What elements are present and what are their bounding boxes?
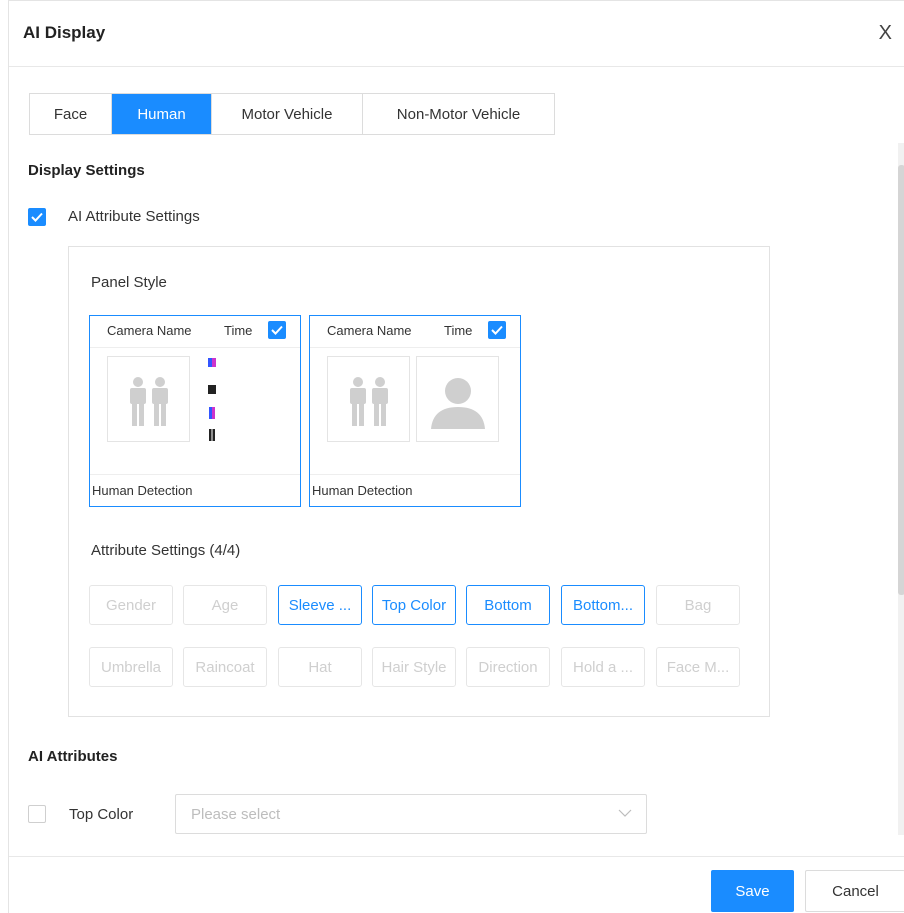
card-footer: Human Detection (310, 474, 520, 507)
ai-attributes-title: AI Attributes (28, 748, 118, 765)
check-icon (491, 325, 503, 335)
attr-sleeve-button[interactable]: Sleeve ... (278, 585, 362, 625)
coloured-top-icon (208, 358, 216, 367)
dialog-header: AI Display X (9, 1, 904, 67)
human-detection-label: Human Detection (312, 483, 413, 498)
black-bottom-icon (209, 429, 215, 441)
two-persons-icon (130, 377, 168, 426)
panel-style-card-face[interactable]: Camera Name Time Human Detection (309, 315, 521, 507)
ai-attribute-settings-checkbox[interactable] (28, 208, 46, 226)
card-header: Camera Name Time (90, 316, 300, 348)
attr-umbrella-button[interactable]: Umbrella (89, 647, 173, 687)
attr-gender-button[interactable]: Gender (89, 585, 173, 625)
select-placeholder: Please select (191, 806, 281, 823)
cancel-button[interactable]: Cancel (805, 870, 904, 912)
top-color-select[interactable]: Please select (175, 794, 647, 834)
attribute-icons (208, 358, 216, 441)
dialog-footer: Save Cancel (9, 856, 904, 913)
scrollbar-thumb[interactable] (898, 165, 904, 595)
attr-raincoat-button[interactable]: Raincoat (183, 647, 267, 687)
tab-non-motor-vehicle[interactable]: Non-Motor Vehicle (363, 94, 554, 134)
ai-attribute-settings-panel: Panel Style Camera Name Time Human Detec… (68, 246, 770, 717)
tab-motor-vehicle[interactable]: Motor Vehicle (212, 94, 363, 134)
attr-face-mask-button[interactable]: Face M... (656, 647, 740, 687)
human-detection-label: Human Detection (92, 483, 193, 498)
card-header: Camera Name Time (310, 316, 520, 348)
black-top-icon (208, 385, 216, 394)
attr-hat-button[interactable]: Hat (278, 647, 362, 687)
content-scrollbar[interactable] (898, 143, 904, 835)
check-icon (271, 325, 283, 335)
attr-hair-style-button[interactable]: Hair Style (372, 647, 456, 687)
user-silhouette-icon (431, 378, 485, 429)
dialog-title: AI Display (23, 23, 106, 42)
close-icon[interactable]: X (879, 21, 892, 45)
display-settings-title: Display Settings (28, 162, 145, 179)
time-label: Time (224, 323, 253, 338)
coloured-bottom-icon (209, 407, 215, 419)
human-snapshot-image (107, 356, 190, 442)
attr-direction-button[interactable]: Direction (466, 647, 550, 687)
panel-style-label: Panel Style (91, 274, 167, 291)
top-color-label: Top Color (69, 806, 134, 823)
time-checkbox[interactable] (488, 321, 506, 339)
face-snapshot-image (416, 356, 499, 442)
attribute-settings-label: Attribute Settings (4/4) (91, 542, 241, 559)
check-icon (31, 212, 43, 222)
two-persons-icon (350, 377, 388, 426)
camera-name-label: Camera Name (107, 323, 192, 338)
ai-display-dialog: AI Display X Face Human Motor Vehicle No… (8, 0, 904, 913)
tab-face[interactable]: Face (30, 94, 112, 134)
camera-name-label: Camera Name (327, 323, 412, 338)
attr-bottom-button[interactable]: Bottom (466, 585, 550, 625)
attr-hold-button[interactable]: Hold a ... (561, 647, 645, 687)
human-snapshot-image (327, 356, 410, 442)
card-footer: Human Detection (90, 474, 300, 507)
attr-age-button[interactable]: Age (183, 585, 267, 625)
save-button[interactable]: Save (711, 870, 794, 912)
chevron-down-icon (618, 809, 632, 817)
tab-human[interactable]: Human (112, 94, 212, 134)
attr-bottom-color-button[interactable]: Bottom... (561, 585, 645, 625)
top-color-checkbox[interactable] (28, 805, 46, 823)
time-checkbox[interactable] (268, 321, 286, 339)
category-tabs: Face Human Motor Vehicle Non-Motor Vehic… (29, 93, 555, 135)
attr-top-color-button[interactable]: Top Color (372, 585, 456, 625)
panel-style-card-attributes[interactable]: Camera Name Time Human Detection (89, 315, 301, 507)
time-label: Time (444, 323, 473, 338)
attr-bag-button[interactable]: Bag (656, 585, 740, 625)
ai-attribute-settings-label: AI Attribute Settings (68, 208, 200, 225)
